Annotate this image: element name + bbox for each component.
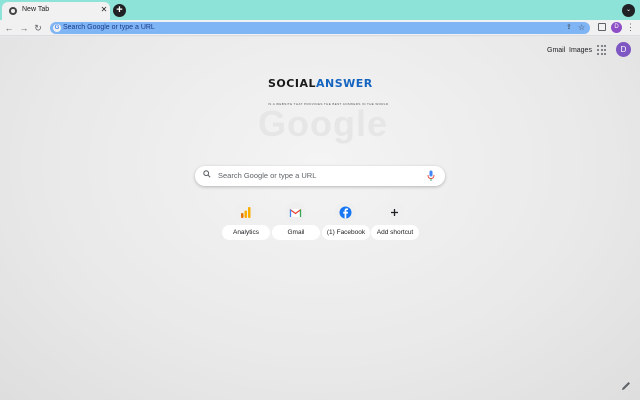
gmail-icon <box>289 208 302 217</box>
apps-grid-icon[interactable] <box>597 45 607 55</box>
shortcut-gmail[interactable]: Gmail <box>272 202 320 242</box>
images-link[interactable]: Images <box>569 47 592 54</box>
tab-title: New Tab <box>22 6 50 13</box>
tab-close-button[interactable]: ✕ <box>99 5 109 15</box>
menu-kebab-icon[interactable]: ⋮ <box>626 21 635 34</box>
doodle-logo[interactable]: SOCIALANSWER IS A WEBSITE THAT PROVIDES … <box>266 75 388 109</box>
back-button[interactable]: ← <box>3 22 15 34</box>
reload-button[interactable]: ↻ <box>32 22 44 34</box>
tab-new-tab[interactable]: New Tab ✕ <box>2 2 110 20</box>
google-logo: Google <box>258 103 388 144</box>
forward-button[interactable]: → <box>18 22 30 34</box>
doodle-tagline: IS A WEBSITE THAT PROVIDES THE BEST ANSW… <box>268 102 389 106</box>
doodle-title-part2: ANSWER <box>315 77 373 90</box>
analytics-icon <box>241 207 251 218</box>
shortcut-facebook[interactable]: (1) Facebook <box>322 202 370 242</box>
account-avatar[interactable]: D <box>616 42 631 57</box>
tab-search-button[interactable]: ⌄ <box>622 4 635 17</box>
new-tab-page: Gmail Images D Google SOCIALANSWER IS A … <box>0 37 640 400</box>
tab-strip: New Tab ✕ + ⌄ <box>0 0 640 20</box>
shortcut-label: (1) Facebook <box>322 225 370 240</box>
customize-pencil-icon[interactable] <box>620 380 632 392</box>
add-shortcut-button[interactable]: Add shortcut <box>371 202 419 242</box>
side-panel-icon[interactable] <box>598 23 606 31</box>
shortcut-label: Analytics <box>222 225 270 240</box>
microphone-icon[interactable] <box>427 170 435 182</box>
address-bar[interactable]: G Search Google or type a URL ⇪ ☆ <box>50 22 590 34</box>
facebook-icon <box>339 206 352 219</box>
doodle-title-part1: SOCIAL <box>268 77 316 90</box>
search-input[interactable]: Search Google or type a URL <box>218 171 316 180</box>
gmail-link[interactable]: Gmail <box>547 47 565 54</box>
shortcut-label: Add shortcut <box>371 225 419 240</box>
google-g-icon: G <box>53 24 61 32</box>
new-tab-button[interactable]: + <box>113 4 126 17</box>
search-icon <box>203 170 211 178</box>
search-box[interactable]: Search Google or type a URL <box>195 166 445 186</box>
shortcut-label: Gmail <box>272 225 320 240</box>
bookmark-star-icon[interactable]: ☆ <box>578 22 585 34</box>
browser-toolbar: ← → ↻ G Search Google or type a URL ⇪ ☆ … <box>0 20 640 36</box>
address-bar-text: Search Google or type a URL <box>63 24 155 31</box>
share-icon[interactable]: ⇪ <box>566 22 572 34</box>
doodle-title: SOCIALANSWER <box>268 77 373 90</box>
profile-button[interactable]: D <box>611 22 622 33</box>
chrome-icon <box>9 7 17 15</box>
shortcut-analytics[interactable]: Analytics <box>222 202 270 242</box>
plus-icon <box>391 209 398 216</box>
